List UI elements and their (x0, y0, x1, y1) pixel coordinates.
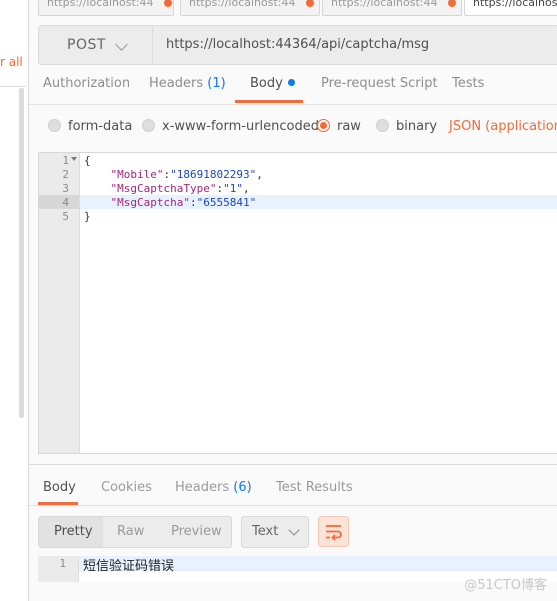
method-label: POST (67, 37, 106, 53)
line-number: 1 (62, 154, 69, 167)
divider (29, 104, 557, 105)
request-tab-3[interactable]: https://localhost:44 (322, 0, 462, 16)
request-tab-label: https://localhost:44 (331, 0, 438, 9)
view-all-link[interactable]: r all (0, 55, 23, 69)
json-value: "6555841" (196, 196, 257, 209)
tab-response-body[interactable]: Body (43, 480, 76, 495)
tab-headers[interactable]: Headers (1) (149, 76, 226, 91)
request-tab-label: https://localhost:44 (189, 0, 296, 9)
brace: } (84, 210, 91, 223)
response-format-select[interactable]: Text (241, 516, 309, 548)
response-headers-count: (6) (233, 480, 252, 495)
radio-raw[interactable]: raw (317, 119, 361, 134)
radio-form-data[interactable]: form-data (48, 119, 132, 134)
tab-test-results[interactable]: Test Results (276, 480, 353, 495)
radio-label: form-data (68, 119, 133, 134)
radio-circle-icon (376, 119, 389, 132)
fold-arrow-icon[interactable] (71, 157, 77, 161)
unsaved-dot-icon (305, 0, 314, 7)
chevron-down-icon (288, 524, 300, 536)
json-key: "Mobile" (110, 168, 164, 181)
request-bar: POST https://localhost:44364/api/captcha… (38, 25, 557, 65)
radio-label: raw (337, 119, 361, 134)
radio-label: x-www-form-urlencoded (162, 119, 320, 134)
line-number: 5 (62, 210, 69, 223)
format-label: Text (252, 524, 279, 539)
tab-response-headers[interactable]: Headers (6) (175, 480, 252, 495)
tab-body-label: Body (250, 76, 283, 91)
tab-response-headers-label: Headers (175, 480, 230, 495)
view-preview-button[interactable]: Preview (171, 517, 222, 547)
brace: { (84, 154, 91, 167)
method-select[interactable]: POST (39, 26, 153, 64)
json-value: "1" (223, 182, 243, 195)
radio-selected-icon (317, 119, 330, 132)
chevron-down-icon (115, 38, 128, 51)
tab-response-cookies[interactable]: Cookies (101, 480, 152, 495)
radio-binary[interactable]: binary (376, 119, 437, 134)
headers-count: (1) (207, 76, 226, 91)
url-input[interactable]: https://localhost:44364/api/captcha/msg (166, 26, 429, 64)
tab-authorization[interactable]: Authorization (43, 76, 130, 91)
json-key: "MsgCaptcha" (110, 196, 190, 209)
line-number: 4 (62, 196, 69, 209)
pane-divider[interactable] (29, 464, 557, 465)
response-view-toggle: Pretty Raw Preview (38, 516, 232, 548)
tab-tests[interactable]: Tests (452, 76, 484, 91)
sidebar-scrollbar[interactable] (19, 88, 24, 418)
body-modified-dot-icon (287, 79, 295, 86)
tab-headers-label: Headers (149, 76, 204, 91)
unsaved-dot-icon (163, 0, 172, 7)
view-raw-button[interactable]: Raw (117, 517, 144, 547)
line-number: 3 (62, 182, 69, 195)
watermark: @51CTO博客 (464, 578, 547, 593)
radio-label: binary (396, 119, 438, 134)
code-line-1: { (84, 154, 91, 167)
code-line-3: "MsgCaptchaType":"1", (110, 182, 250, 195)
sidebar-divider (0, 86, 26, 87)
request-tab-label: https://localhost:44 (47, 0, 154, 9)
response-text: 短信验证码错误 (83, 559, 175, 574)
content-type-select[interactable]: JSON (application/js (449, 119, 557, 134)
wrap-lines-icon (326, 525, 342, 541)
json-key: "MsgCaptchaType" (110, 182, 217, 195)
json-value: "18691802293" (170, 168, 257, 181)
unsaved-dot-icon (447, 0, 456, 7)
request-tab-2[interactable]: https://localhost:44 (180, 0, 320, 16)
code-line-2: "Mobile":"18691802293", (110, 168, 263, 181)
body-editor[interactable]: 1 2 3 4 5 { "Mobile":"18691802293", "Msg… (38, 152, 557, 454)
active-tab-indicator (235, 100, 303, 103)
request-tab-label: https://localhost:44 (473, 0, 557, 9)
tab-body[interactable]: Body (250, 76, 295, 91)
line-number: 2 (62, 168, 69, 181)
radio-circle-icon (48, 119, 61, 132)
request-tab-4-active[interactable]: https://localhost:44 (464, 0, 557, 16)
radio-urlencoded[interactable]: x-www-form-urlencoded (142, 119, 319, 134)
view-pretty-button[interactable]: Pretty (54, 517, 93, 547)
line-number: 1 (59, 557, 66, 570)
code-line-4: "MsgCaptcha":"6555841" (110, 196, 257, 209)
sidebar: r all (0, 0, 29, 601)
wrap-lines-button[interactable] (318, 516, 349, 547)
request-tab-1[interactable]: https://localhost:44 (38, 0, 174, 16)
divider (29, 505, 557, 506)
radio-circle-icon (142, 119, 155, 132)
request-tabs: Authorization Headers (1) Body Pre-reque… (29, 76, 557, 104)
code-line-5: } (84, 210, 91, 223)
tab-pre-request-script[interactable]: Pre-request Script (321, 76, 438, 91)
